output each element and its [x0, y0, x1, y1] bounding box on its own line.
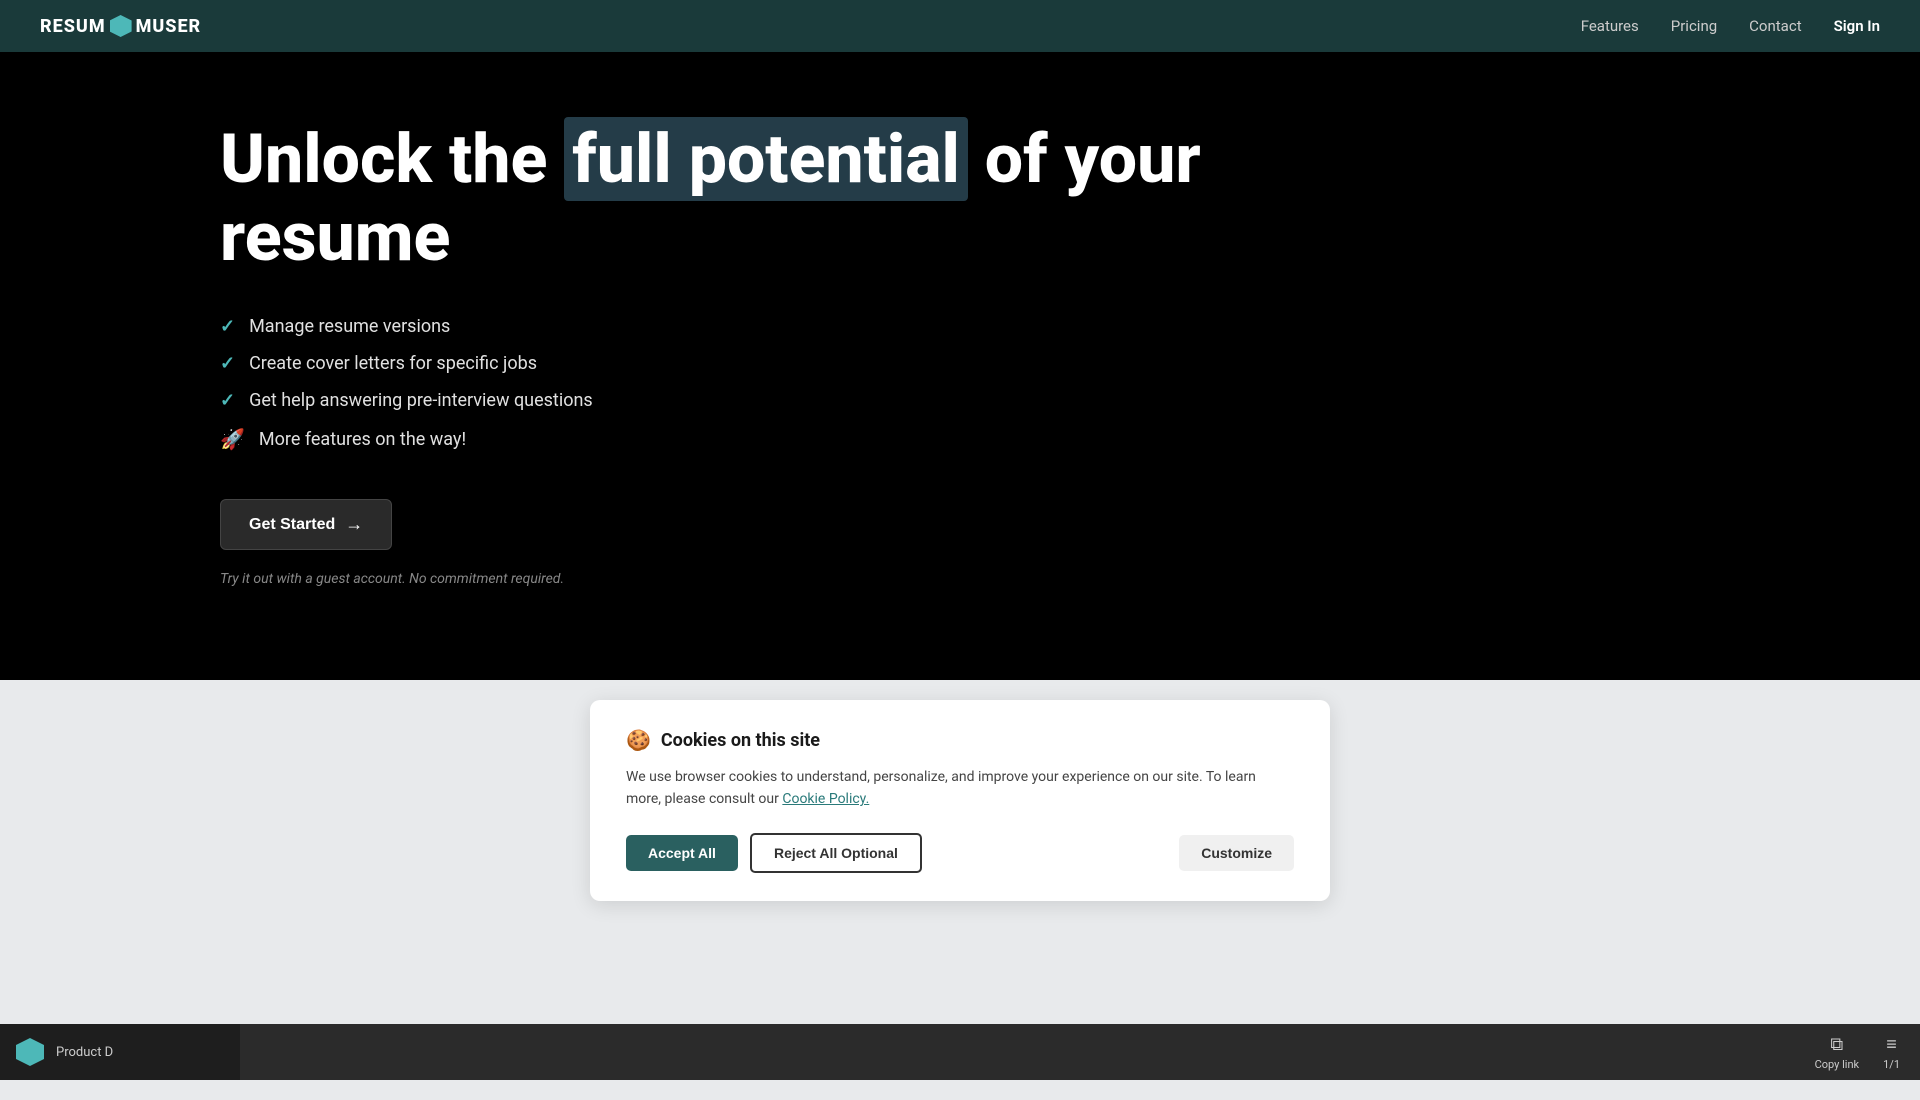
feature-2: ✓ Create cover letters for specific jobs [220, 353, 1920, 374]
page-info-action[interactable]: ≡ 1/1 [1883, 1034, 1900, 1071]
page-info-label: 1/1 [1883, 1058, 1900, 1071]
cookie-actions: Accept All Reject All Optional Customize [626, 833, 1294, 873]
hero-section: Unlock the full potential of your resume… [0, 0, 1920, 680]
get-started-button[interactable]: Get Started → [220, 499, 392, 550]
feature-1: ✓ Manage resume versions [220, 316, 1920, 337]
feature-1-text: Manage resume versions [249, 316, 450, 337]
cookie-title: 🍪 Cookies on this site [626, 728, 1294, 752]
feature-3-text: Get help answering pre-interview questio… [249, 390, 593, 411]
customize-button[interactable]: Customize [1179, 835, 1294, 871]
feature-4: 🚀 More features on the way! [220, 427, 1920, 451]
list-icon: ≡ [1886, 1034, 1897, 1055]
logo-text-2: MUSER [136, 16, 202, 37]
logo-icon [110, 15, 132, 37]
hero-headline: Unlock the full potential of your resume [220, 120, 1320, 276]
cookie-body-text: We use browser cookies to understand, pe… [626, 769, 1256, 807]
nav-features[interactable]: Features [1581, 17, 1639, 35]
reject-all-button[interactable]: Reject All Optional [750, 833, 922, 873]
cookie-policy-link[interactable]: Cookie Policy. [782, 791, 869, 807]
cookie-icon: 🍪 [626, 728, 651, 752]
cookie-body: We use browser cookies to understand, pe… [626, 766, 1294, 811]
nav-contact[interactable]: Contact [1749, 17, 1801, 35]
check-icon-2: ✓ [220, 353, 235, 374]
check-icon-3: ✓ [220, 390, 235, 411]
cookie-title-text: Cookies on this site [661, 730, 820, 751]
product-text: Product D [56, 1045, 113, 1060]
copy-link-icon: ⧉ [1830, 1034, 1843, 1055]
cta-label: Get Started [249, 516, 335, 534]
verdaccio-icon [16, 1038, 44, 1066]
accept-all-button[interactable]: Accept All [626, 835, 738, 871]
guest-note: Try it out with a guest account. No comm… [220, 571, 564, 587]
nav-links: Features Pricing Contact Sign In [1581, 17, 1880, 35]
browser-bar: Product D ⧉ Copy link ≡ 1/1 [240, 1024, 1920, 1080]
copy-link-label: Copy link [1815, 1058, 1859, 1071]
navbar: RESUM MUSER Features Pricing Contact Sig… [0, 0, 1920, 52]
nav-signin[interactable]: Sign In [1834, 17, 1880, 35]
browser-bar-logo: Product D [0, 1024, 240, 1080]
logo: RESUM MUSER [40, 15, 201, 37]
rocket-icon: 🚀 [220, 427, 245, 451]
logo-text-1: RESUM [40, 16, 106, 37]
browser-bar-actions: ⧉ Copy link ≡ 1/1 [1815, 1034, 1900, 1071]
feature-3: ✓ Get help answering pre-interview quest… [220, 390, 1920, 411]
headline-highlight: full potential [564, 117, 968, 201]
cta-arrow: → [345, 514, 363, 535]
feature-4-text: More features on the way! [259, 429, 466, 450]
nav-pricing[interactable]: Pricing [1671, 17, 1717, 35]
copy-link-action[interactable]: ⧉ Copy link [1815, 1034, 1859, 1071]
check-icon-1: ✓ [220, 316, 235, 337]
cookie-banner: 🍪 Cookies on this site We use browser co… [590, 700, 1330, 901]
feature-2-text: Create cover letters for specific jobs [249, 353, 537, 374]
feature-list: ✓ Manage resume versions ✓ Create cover … [220, 316, 1920, 451]
headline-before: Unlock the [220, 119, 564, 199]
